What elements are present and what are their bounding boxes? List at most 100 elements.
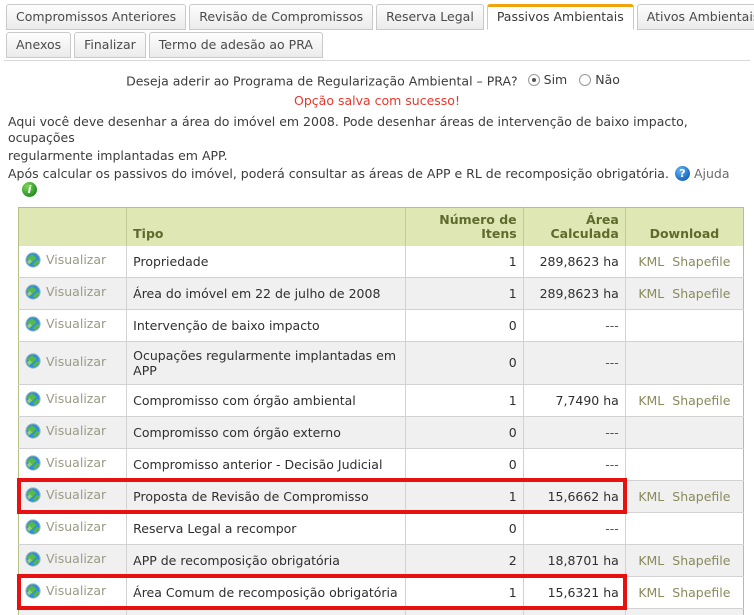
globe-icon (25, 391, 41, 406)
tab-compromissos-anteriores[interactable]: Compromissos Anteriores (6, 4, 187, 30)
tab-termo-de-adesao-ao-pra[interactable]: Termo de adesão ao PRA (148, 32, 323, 58)
globe-icon (25, 583, 41, 598)
cell-area-calculada: --- (523, 416, 626, 449)
col-header-tipo: Tipo (126, 207, 406, 246)
table-row: Visualizar Compromisso com órgão ambienta… (18, 384, 744, 417)
intro-line-3-row: Após calcular os passivos do imóvel, pod… (8, 166, 746, 197)
cell-tipo: Área Comum de recomposição obrigatória (126, 576, 406, 609)
cell-download: KML Shapefile (625, 277, 744, 310)
visualizar-label: Visualizar (46, 284, 107, 299)
download-shapefile-link[interactable]: Shapefile (672, 254, 730, 269)
cell-tipo: Áreas a Recompor (126, 608, 406, 615)
pra-question-row: Deseja aderir ao Programa de Regularizaç… (4, 69, 750, 91)
visualizar-link[interactable]: Visualizar (25, 551, 106, 567)
cell-download: KML Shapefile (625, 576, 744, 609)
tab-revisao-de-compromissos[interactable]: Revisão de Compromissos (189, 4, 374, 30)
ajuda-link[interactable]: Ajuda (694, 166, 730, 182)
radio-option-sim[interactable]: Sim (527, 72, 567, 87)
cell-visualizar: Visualizar (18, 416, 128, 449)
cell-download: KML Shapefile (625, 245, 744, 278)
table-row: Visualizar Compromisso anterior - Decisão… (18, 448, 744, 481)
globe-icon (25, 316, 41, 331)
table-row: Visualizar Compromisso com órgão externo 0… (18, 416, 744, 449)
area-value: 18,8701 ha (547, 552, 619, 568)
visualizar-link[interactable]: Visualizar (25, 353, 106, 369)
cell-visualizar: Visualizar (18, 512, 128, 545)
visualizar-label: Visualizar (46, 391, 107, 406)
cell-visualizar: Visualizar (18, 480, 128, 513)
table-row: Visualizar Proposta de Revisão de Comprom… (18, 480, 744, 513)
visualizar-link[interactable]: Visualizar (25, 519, 106, 535)
download-kml-link[interactable]: KML (638, 393, 664, 408)
cell-download: KML Shapefile (625, 480, 744, 513)
cell-visualizar: Visualizar (18, 341, 128, 385)
tab-ativos-ambientais[interactable]: Ativos Ambientais (636, 4, 754, 30)
tab-passivos-ambientais[interactable]: Passivos Ambientais (486, 4, 634, 30)
passivos-table-container: Tipo Número de Itens Área Calculada Down… (16, 206, 744, 615)
download-shapefile-link[interactable]: Shapefile (672, 489, 730, 504)
cell-download (625, 309, 744, 342)
cell-numero-de-itens: 1 (405, 277, 524, 310)
intro-text-block: Aqui você deve desenhar a área do imóvel… (4, 114, 750, 197)
table-row: Visualizar APP de recomposição obrigatóri… (18, 544, 744, 577)
info-icon[interactable]: i (22, 181, 37, 197)
visualizar-link[interactable]: Visualizar (25, 487, 106, 503)
col-header-area-calculada: Área Calculada (523, 207, 626, 246)
visualizar-link[interactable]: Visualizar (25, 316, 106, 332)
cell-download: KML Shapefile (625, 544, 744, 577)
cell-download: KML Shapefile (625, 384, 744, 417)
help-question-icon[interactable]: ? (674, 166, 690, 181)
download-kml-link[interactable]: KML (638, 489, 664, 504)
cell-tipo: Área do imóvel em 22 de julho de 2008 (126, 277, 406, 310)
download-shapefile-link[interactable]: Shapefile (672, 393, 730, 408)
radio-nao-indicator[interactable] (579, 73, 592, 86)
cell-numero-de-itens: 1 (405, 576, 524, 609)
visualizar-label: Visualizar (46, 519, 107, 534)
radio-option-nao[interactable]: Não (579, 72, 620, 87)
cell-numero-de-itens: 0 (405, 416, 524, 449)
visualizar-link[interactable]: Visualizar (25, 284, 106, 300)
download-kml-link[interactable]: KML (638, 553, 664, 568)
cell-tipo: APP de recomposição obrigatória (126, 544, 406, 577)
col-header-numero-de-itens: Número de Itens (405, 207, 524, 246)
cell-visualizar: Visualizar (18, 608, 128, 615)
visualizar-link[interactable]: Visualizar (25, 423, 106, 439)
cell-download: KMLShapefile (625, 608, 744, 615)
visualizar-link[interactable]: Visualizar (25, 391, 106, 407)
area-value: 15,6321 ha (547, 584, 619, 600)
visualizar-label: Visualizar (46, 487, 107, 502)
cell-tipo: Proposta de Revisão de Compromisso (126, 480, 406, 513)
cell-area-calculada: 289,8623 ha (523, 245, 626, 278)
success-message: Opção salva com sucesso! (294, 92, 460, 108)
visualizar-link[interactable]: Visualizar (25, 252, 106, 268)
download-shapefile-link[interactable]: Shapefile (672, 286, 730, 301)
table-row: Visualizar Propriedade 1 289,8623 ha KML Shap… (18, 245, 744, 278)
cell-numero-de-itens: 1 (405, 384, 524, 417)
intro-line-2: regularmente implantadas em APP. (8, 147, 228, 163)
globe-icon (25, 519, 41, 534)
col-header-area-line2: Calculada (550, 225, 619, 241)
tab-reserva-legal[interactable]: Reserva Legal (376, 4, 484, 30)
download-shapefile-link[interactable]: Shapefile (672, 585, 730, 600)
col-header-download: Download (625, 207, 744, 246)
visualizar-link[interactable]: Visualizar (25, 455, 106, 471)
cell-numero-de-itens: 0 (405, 341, 524, 385)
table-body: Visualizar Propriedade 1 289,8623 ha KML Shap… (18, 245, 744, 615)
radio-sim-indicator[interactable] (527, 73, 540, 86)
area-value: 15,6662 ha (547, 488, 619, 504)
download-kml-link[interactable]: KML (638, 254, 664, 269)
globe-icon (25, 252, 41, 267)
cell-download (625, 416, 744, 449)
visualizar-link[interactable]: Visualizar (25, 583, 106, 599)
visualizar-label: Visualizar (46, 353, 107, 369)
tab-anexos[interactable]: Anexos (6, 32, 72, 58)
download-kml-link[interactable]: KML (638, 585, 664, 600)
cell-area-calculada: 7,7490 ha (523, 384, 626, 417)
area-empty: --- (605, 317, 619, 333)
tab-finalizar[interactable]: Finalizar (74, 32, 146, 58)
cell-tipo: Intervenção de baixo impacto (126, 309, 406, 342)
download-shapefile-link[interactable]: Shapefile (672, 553, 730, 568)
download-kml-link[interactable]: KML (638, 286, 664, 301)
cell-visualizar: Visualizar (18, 448, 128, 481)
cell-tipo: Propriedade (126, 245, 406, 278)
